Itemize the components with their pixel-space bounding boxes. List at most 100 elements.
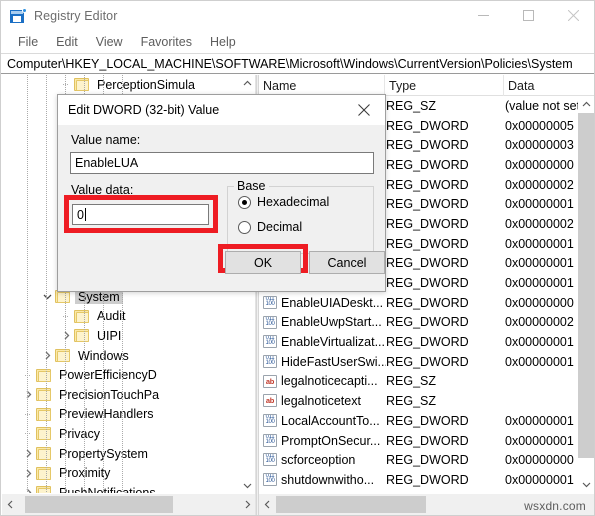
value-row[interactable]: ab legalnoticecapti... REG_SZ xyxy=(259,372,594,392)
dword-value-icon: 011100 xyxy=(263,295,277,309)
chevron-right-icon[interactable] xyxy=(40,346,55,366)
tree-leaf-spacer xyxy=(59,75,74,95)
value-row[interactable]: 011 100 shutdownwitho... REG_DWORD 0x0000000… xyxy=(259,470,594,490)
tree-item[interactable]: PushNotifications xyxy=(2,483,159,493)
tree-hscroll-thumb[interactable] xyxy=(25,496,173,513)
folder-icon xyxy=(74,309,89,323)
value-row[interactable]: 011 100 EnableUIADeskt... REG_DWORD 0x000000… xyxy=(259,293,594,313)
tree-leaf-spacer xyxy=(21,365,36,385)
cancel-button[interactable]: Cancel xyxy=(309,251,385,274)
menu-edit[interactable]: Edit xyxy=(47,33,87,51)
string-value-icon: ab xyxy=(263,374,277,388)
value-row[interactable]: 011100 scforceoption REG_DWORD 0x00000000 (… xyxy=(259,450,594,470)
tree-item[interactable]: UIPI xyxy=(2,326,124,346)
value-data-input[interactable]: 0 xyxy=(72,204,209,225)
tree-scroll-left-icon[interactable] xyxy=(2,494,19,515)
tree-item[interactable]: Windows xyxy=(2,346,132,366)
chevron-right-icon[interactable] xyxy=(21,444,36,464)
list-scroll-down-icon[interactable] xyxy=(578,476,594,493)
tree-item[interactable]: Privacy xyxy=(2,424,103,444)
folder-icon xyxy=(36,388,51,402)
tree-item[interactable]: PerceptionSimula xyxy=(2,75,198,95)
value-name-cell: SupportFullTrust... xyxy=(281,490,386,494)
chevron-right-icon[interactable] xyxy=(59,326,74,346)
folder-icon xyxy=(36,466,51,480)
value-row[interactable]: 011 100 HideFastUserSwi... REG_DWORD 0x00000… xyxy=(259,352,594,372)
list-scroll-up-icon[interactable] xyxy=(578,96,594,113)
value-name-cell: scforceoption xyxy=(281,453,356,468)
value-type-cell: REG_DWORD xyxy=(386,354,469,369)
value-row[interactable]: 011 100 LocalAccountTo... REG_DWORD 0x000000… xyxy=(259,411,594,431)
column-header-data[interactable]: Data xyxy=(504,75,594,96)
tree-scroll-down-icon[interactable] xyxy=(239,477,255,493)
value-row[interactable]: ab legalnoticetext REG_SZ xyxy=(259,391,594,411)
value-type-cell: REG_DWORD xyxy=(386,453,469,468)
dword-value-icon: 011100 xyxy=(263,414,277,427)
tree-item[interactable]: PropertySystem xyxy=(2,444,151,464)
folder-icon xyxy=(36,368,51,382)
list-hscroll-thumb[interactable] xyxy=(276,496,426,513)
value-data-cell: 0x00000001 (1 xyxy=(505,433,578,448)
value-row[interactable]: 011 100 EnableVirtualizat... REG_DWORD 0x000… xyxy=(259,332,594,352)
list-vscroll-thumb[interactable] xyxy=(578,113,594,458)
tree-leaf-spacer xyxy=(59,307,74,327)
folder-icon xyxy=(74,78,89,92)
value-data-cell: 0x00000002 (2 xyxy=(505,177,578,192)
radio-decimal[interactable]: Decimal xyxy=(238,220,302,234)
tree-item-label: Audit xyxy=(97,309,126,324)
menu-view[interactable]: View xyxy=(87,33,132,51)
address-bar[interactable]: Computer\HKEY_LOCAL_MACHINE\SOFTWARE\Mic… xyxy=(1,53,594,74)
tree-hscroll-track[interactable] xyxy=(19,494,239,515)
menu-favorites[interactable]: Favorites xyxy=(132,33,201,51)
tree-horizontal-scrollbar[interactable] xyxy=(2,494,255,515)
radio-hexadecimal[interactable]: Hexadecimal xyxy=(238,195,329,209)
dword-value-icon: 011100 xyxy=(263,315,277,329)
chevron-right-icon[interactable] xyxy=(21,463,36,483)
close-button[interactable] xyxy=(551,1,594,30)
tree-scroll-right-icon[interactable] xyxy=(239,494,255,515)
radio-hexadecimal-label: Hexadecimal xyxy=(257,195,330,209)
value-type-cell: REG_DWORD xyxy=(386,216,469,231)
chevron-down-icon[interactable] xyxy=(40,287,55,307)
tree-item-label: PerceptionSimula xyxy=(97,77,195,92)
minimize-button[interactable] xyxy=(461,1,506,30)
menu-file[interactable]: File xyxy=(9,33,47,51)
value-row[interactable]: 011 100 PromptOnSecur... REG_DWORD 0x0000000… xyxy=(259,431,594,451)
list-vscroll-track[interactable] xyxy=(578,113,594,476)
tree-leaf-spacer xyxy=(21,424,36,444)
maximize-button[interactable] xyxy=(506,1,551,30)
column-header-name[interactable]: Name xyxy=(259,75,385,96)
tree-item[interactable]: PreviewHandlers xyxy=(2,405,156,425)
value-type-cell: REG_DWORD xyxy=(386,295,469,310)
list-scroll-left-icon[interactable] xyxy=(259,494,276,515)
value-name-label: Value name: xyxy=(71,133,141,147)
column-header-type[interactable]: Type xyxy=(385,75,504,96)
tree-scroll-up-icon[interactable] xyxy=(239,75,255,91)
value-row[interactable]: 011100SupportFullTrust...REG_DWORD0x0000… xyxy=(259,490,594,494)
window-title: Registry Editor xyxy=(34,8,118,23)
registry-editor-window: Registry Editor File Edit View Favorites… xyxy=(0,0,595,516)
tree-item-label: PushNotifications xyxy=(59,485,156,493)
tree-item[interactable]: Proximity xyxy=(2,463,113,483)
ok-button[interactable]: OK xyxy=(225,251,301,274)
value-data-cell: 0x00000003 (3 xyxy=(505,138,578,153)
folder-icon xyxy=(74,329,89,343)
value-data-cell: 0x00000000 (0 xyxy=(505,157,578,172)
chevron-right-icon[interactable] xyxy=(21,385,36,405)
value-type-cell: REG_DWORD xyxy=(386,490,504,494)
list-vertical-scrollbar[interactable] xyxy=(578,96,594,493)
value-name-input[interactable]: EnableLUA xyxy=(70,152,374,174)
dialog-close-icon[interactable] xyxy=(343,95,385,125)
value-type-cell: REG_DWORD xyxy=(386,433,469,448)
value-data-cell: 0x00000001 (1 xyxy=(505,354,578,369)
chevron-right-icon[interactable] xyxy=(21,483,36,493)
tree-item[interactable]: PrecisionTouchPa xyxy=(2,385,162,405)
value-row[interactable]: 011 100 EnableUwpStart... REG_DWORD 0x000000… xyxy=(259,313,594,333)
menu-help[interactable]: Help xyxy=(201,33,245,51)
value-type-cell: REG_DWORD xyxy=(386,236,469,251)
tree-item[interactable]: PowerEfficiencyD xyxy=(2,365,160,385)
folder-icon xyxy=(55,290,70,304)
value-type-cell: REG_SZ xyxy=(386,98,437,113)
value-data-cell: (value not set xyxy=(505,98,578,113)
registry-path: Computer\HKEY_LOCAL_MACHINE\SOFTWARE\Mic… xyxy=(7,56,573,71)
